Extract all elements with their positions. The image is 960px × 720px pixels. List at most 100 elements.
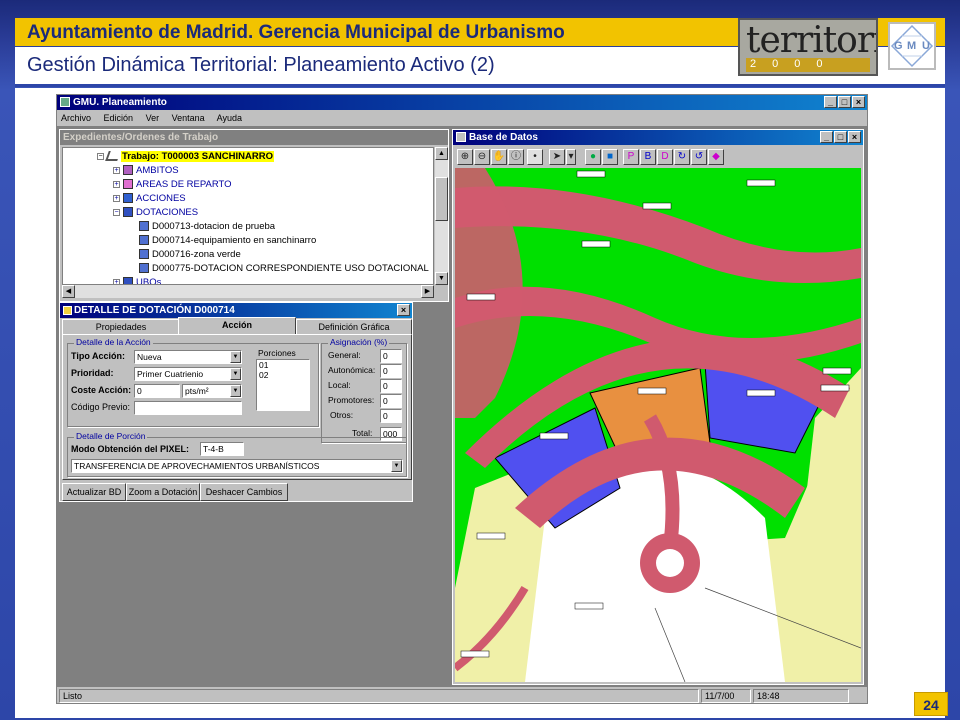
map-canvas[interactable] [455,168,861,682]
minimize-icon[interactable]: _ [824,96,837,108]
app-titlebar[interactable]: GMU. Planeamiento _ □ × [57,95,867,110]
areas-reparto-icon [123,179,133,190]
asignacion-autonomica-input[interactable]: 0 [380,364,402,378]
tree-node-dotacion[interactable]: D000713-dotacion de prueba [139,220,275,233]
tree-node-dotacion[interactable]: D000714-equipamiento en sanchinarro [139,234,316,247]
point-icon[interactable]: • [527,149,543,165]
menu-ver[interactable]: Ver [146,113,160,123]
tree-node-ambitos[interactable]: + AMBITOS [113,164,179,177]
base-datos-titlebar[interactable]: Base de Datos _ □ × [453,130,863,145]
modo-obtencion-input[interactable]: T-4-B [200,442,244,456]
chevron-down-icon[interactable]: ▼ [391,460,402,472]
dotacion-icon [139,263,149,274]
tree-node-dotacion[interactable]: D000775-DOTACION CORRESPONDIENTE USO DOT… [139,262,429,275]
dotacion-label: D000775-DOTACION CORRESPONDIENTE USO DOT… [152,263,429,274]
asignacion-otros-label: Otros: [330,410,354,420]
prioridad-select[interactable]: Primer Cuatrienio ▼ [134,367,242,381]
acciones-label: ACCIONES [136,193,186,204]
zoom-in-icon[interactable]: ⊕ [457,149,473,165]
zoom-dotacion-button[interactable]: Zoom a Dotación [126,483,200,501]
bd-layer-icon[interactable]: B [640,149,656,165]
asignacion-otros-input[interactable]: 0 [380,409,402,423]
porcion-item[interactable]: 01 [259,360,309,370]
p-layer-icon[interactable]: P [623,149,639,165]
tree-vertical-scrollbar[interactable]: ▲ ▼ [435,147,448,285]
expand-icon[interactable]: + [113,180,120,188]
tab-definicion-grafica[interactable]: Definición Gráfica [296,319,412,335]
map-svg [455,168,861,682]
asignacion-general-input[interactable]: 0 [380,349,402,363]
deshacer-cambios-button[interactable]: Deshacer Cambios [200,483,288,501]
close-icon[interactable]: × [852,96,865,108]
actualizar-bd-button[interactable]: Actualizar BD [62,483,126,501]
tree-node-acciones[interactable]: + ACCIONES [113,192,186,205]
asignacion-group: Asignación (%) General: 0 Autonómica: 0 … [321,337,407,443]
tab-accion[interactable]: Acción [178,317,296,335]
tab-propiedades[interactable]: Propiedades [62,319,180,335]
scroll-right-icon[interactable]: ▶ [421,285,434,298]
parcel-label [476,532,506,540]
chevron-down-icon[interactable]: ▼ [230,368,241,380]
close-icon[interactable]: × [848,131,861,143]
porcion-item[interactable]: 02 [259,370,309,380]
tree-node-trabajo[interactable]: − Trabajo: T000003 SANCHINARRO [97,150,274,163]
expedientes-tree[interactable]: − Trabajo: T000003 SANCHINARRO + AMBITOS +… [62,147,434,285]
coste-accion-input[interactable]: 0 [134,384,180,398]
parcel-label [460,650,490,658]
chevron-down-icon[interactable]: ▼ [230,385,241,397]
tipo-accion-select[interactable]: Nueva ▼ [134,350,242,364]
select-arrow-icon[interactable]: ➤ [549,149,565,165]
tree-node-areas-reparto[interactable]: + AREAS DE REPARTO [113,178,232,191]
chevron-down-icon[interactable]: ▾ [566,149,576,165]
detalle-titlebar[interactable]: DETALLE DE DOTACIÓN D000714 × [60,303,412,318]
scroll-left-icon[interactable]: ◀ [62,285,75,298]
parcel-label [466,293,496,301]
status-bar: Listo 11/7/00 18:48 [57,688,867,704]
tree-node-dotacion[interactable]: D000716-zona verde [139,248,241,261]
transferencia-select[interactable]: TRANSFERENCIA DE APROVECHAMIENTOS URBANÍ… [71,459,403,473]
expand-icon[interactable]: + [113,166,120,174]
modo-obtencion-label: Modo Obtención del PIXEL: [71,444,189,454]
detalle-porcion-legend: Detalle de Porción [74,431,148,441]
coste-unit-select[interactable]: pts/m² ▼ [182,384,242,398]
menu-archivo[interactable]: Archivo [61,113,91,123]
expand-icon[interactable]: + [113,194,120,202]
expedientes-titlebar[interactable]: Expedientes/Ordenes de Trabajo [60,130,448,145]
pan-hand-icon[interactable]: ✋ [491,149,507,165]
collapse-icon[interactable]: − [97,152,104,160]
maximize-icon[interactable]: □ [838,96,851,108]
tree-node-dotaciones[interactable]: − DOTACIONES [113,206,198,219]
close-icon[interactable]: × [397,304,410,316]
asignacion-general-label: General: [328,350,361,360]
codigo-previo-input[interactable] [134,401,242,415]
asignacion-promotores-input[interactable]: 0 [380,394,402,408]
app-icon [60,97,70,107]
menu-edicion[interactable]: Edición [104,113,134,123]
tree-horizontal-scrollbar[interactable]: ◀ ▶ [62,285,434,298]
scroll-up-icon[interactable]: ▲ [435,147,448,160]
menu-ayuda[interactable]: Ayuda [217,113,242,123]
info-icon[interactable]: ⓘ [508,149,524,165]
chevron-down-icon[interactable]: ▼ [230,351,241,363]
asignacion-local-input[interactable]: 0 [380,379,402,393]
pink-layer-icon[interactable]: ◆ [708,149,724,165]
refresh-icon[interactable]: ↻ [674,149,690,165]
roundabout-center [656,549,684,577]
parcel-label [539,432,569,440]
menu-ventana[interactable]: Ventana [172,113,205,123]
porciones-list[interactable]: 01 02 [256,359,310,411]
refresh-alt-icon[interactable]: ↺ [691,149,707,165]
zoom-out-icon[interactable]: ⊖ [474,149,490,165]
tree-node-ubos[interactable]: + UBOs [113,276,161,284]
ambitos-label: AMBITOS [136,165,179,176]
scroll-down-icon[interactable]: ▼ [435,272,448,285]
map-toolbar: ⊕ ⊖ ✋ ⓘ • ➤ ▾ ● ■ P B D ↻ ↺ ◆ [455,147,861,167]
minimize-icon[interactable]: _ [820,131,833,143]
scroll-thumb[interactable] [435,177,448,221]
layer-icon[interactable]: ■ [602,149,618,165]
maximize-icon[interactable]: □ [834,131,847,143]
collapse-icon[interactable]: − [113,208,120,216]
coste-accion-value: 0 [137,386,142,396]
d-layer-icon[interactable]: D [657,149,673,165]
globe-icon[interactable]: ● [585,149,601,165]
